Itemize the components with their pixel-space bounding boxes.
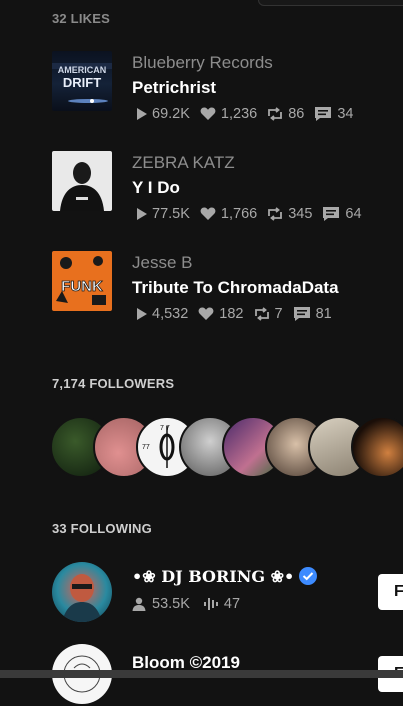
likes-count: 182 (219, 306, 244, 322)
reposts-count: 345 (288, 206, 313, 222)
user-followers-count: 53.5K (152, 596, 190, 612)
play-icon (137, 208, 147, 220)
track-artist[interactable]: Blueberry Records (132, 53, 273, 73)
reposts-stat[interactable]: 345 (267, 206, 312, 222)
comments-stat[interactable]: 34 (314, 106, 353, 122)
repost-icon (268, 107, 283, 121)
play-icon (137, 308, 147, 320)
heart-icon (198, 307, 214, 320)
avatar-image (62, 574, 102, 622)
svg-text:FUNK: FUNK (61, 278, 103, 295)
verified-icon (299, 567, 318, 585)
likes-stat[interactable]: 182 (198, 306, 244, 322)
likes-stat[interactable]: 1,766 (200, 206, 257, 222)
play-icon (137, 108, 147, 120)
artwork-image (60, 162, 104, 211)
liked-track[interactable]: FUNK Jesse B Tribute To ChromadaData 4,5… (52, 251, 402, 322)
comment-icon (293, 307, 310, 321)
plays-count: 77.5K (152, 206, 190, 222)
track-artist[interactable]: Jesse B (132, 253, 192, 273)
user-name-text[interactable]: •❀ DJ BORING ❀• (132, 567, 294, 586)
user-name[interactable]: •❀ DJ BORING ❀• (132, 566, 318, 586)
reposts-stat[interactable]: 86 (267, 106, 304, 122)
reposts-count: 7 (274, 306, 283, 322)
followers-header[interactable]: 7,174 FOLLOWERS (52, 376, 174, 391)
comment-icon (323, 207, 340, 221)
track-title[interactable]: Y I Do (132, 178, 180, 198)
top-bar-edge (258, 0, 403, 6)
followers-icon (132, 597, 146, 611)
likes-count: 1,766 (220, 206, 258, 222)
artwork-image: FUNK (56, 256, 106, 305)
svg-text:77: 77 (142, 444, 150, 451)
likes-stat[interactable]: 1,236 (200, 106, 257, 122)
comment-icon (315, 107, 332, 121)
track-title[interactable]: Tribute To ChromadaData (132, 278, 339, 298)
svg-text:7 7: 7 7 (160, 425, 170, 432)
comments-stat[interactable]: 81 (293, 306, 332, 322)
comments-count: 34 (337, 106, 354, 122)
follow-button[interactable]: F (378, 574, 403, 610)
artwork-image: AMERICAN DRIFT (52, 63, 112, 103)
track-stats: 77.5K 1,766 345 64 (136, 206, 372, 222)
following-user[interactable]: •❀ DJ BORING ❀• 53.5K 47 F (52, 562, 403, 624)
track-stats: 69.2K 1,236 86 34 (136, 106, 363, 122)
repost-icon (268, 207, 283, 221)
user-stats: 53.5K 47 (132, 596, 240, 612)
likes-header[interactable]: 32 LIKES (52, 11, 110, 26)
reposts-stat[interactable]: 7 (254, 306, 283, 322)
liked-track[interactable]: AMERICAN DRIFT Blueberry Records Petrich… (52, 51, 402, 122)
waveform-icon (203, 598, 218, 610)
comments-count: 64 (345, 206, 362, 222)
comments-count: 81 (315, 306, 332, 322)
likes-count: 1,236 (220, 106, 258, 122)
comments-stat[interactable]: 64 (322, 206, 362, 222)
plays-count: 69.2K (152, 106, 190, 122)
svg-text:DRIFT: DRIFT (63, 75, 101, 90)
horizontal-scrollbar[interactable] (0, 670, 403, 678)
repost-icon (254, 307, 269, 321)
user-avatar[interactable] (52, 562, 112, 622)
track-artist[interactable]: ZEBRA KATZ (132, 153, 235, 173)
track-stats: 4,532 182 7 81 (136, 306, 342, 322)
svg-text:AMERICAN: AMERICAN (58, 65, 107, 75)
heart-icon (200, 207, 216, 220)
plays-stat: 4,532 (136, 306, 188, 322)
plays-stat: 77.5K (136, 206, 190, 222)
reposts-count: 86 (288, 106, 305, 122)
track-artwork[interactable] (52, 151, 112, 211)
plays-stat: 69.2K (136, 106, 190, 122)
following-header[interactable]: 33 FOLLOWING (52, 521, 152, 536)
track-artwork[interactable]: FUNK (52, 251, 112, 311)
track-title[interactable]: Petrichrist (132, 78, 216, 98)
plays-count: 4,532 (152, 306, 189, 322)
liked-track[interactable]: ZEBRA KATZ Y I Do 77.5K 1,766 345 64 (52, 151, 402, 222)
heart-icon (200, 107, 216, 120)
followers-avatar-list: 7 7 77 (52, 416, 403, 478)
track-artwork[interactable]: AMERICAN DRIFT (52, 51, 112, 111)
user-tracks-count: 47 (223, 596, 241, 612)
